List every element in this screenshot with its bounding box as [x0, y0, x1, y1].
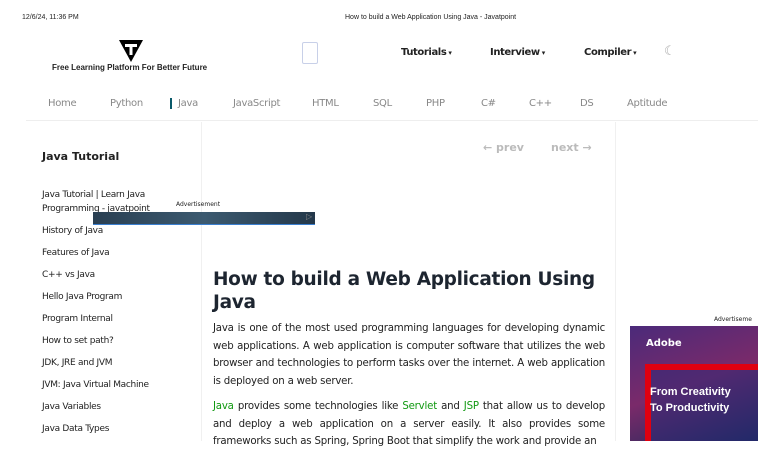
- ad-brand: Adobe: [646, 338, 682, 349]
- javatpoint-logo[interactable]: [119, 40, 143, 62]
- page-title: How to build a Web Application Using Jav…: [213, 269, 595, 313]
- link-java[interactable]: Java: [213, 401, 234, 412]
- sidebar-item[interactable]: Features of Java: [42, 246, 192, 260]
- ad-slogan-line: To Productivity: [650, 402, 730, 414]
- tagline: Free Learning Platform For Better Future: [52, 63, 208, 72]
- sidebar-title: Java Tutorial: [42, 150, 120, 163]
- prev-link[interactable]: ← prev: [483, 141, 524, 154]
- sidebar-item[interactable]: Program Internal: [42, 312, 192, 326]
- ad-slogan-line: From Creativity: [650, 386, 731, 398]
- text: and: [437, 401, 464, 412]
- sidebar-item[interactable]: C++ vs Java: [42, 268, 192, 282]
- paragraph: Java is one of the most used programming…: [213, 323, 605, 387]
- nav-c-[interactable]: C#: [481, 98, 496, 109]
- nav-c-[interactable]: C++: [529, 98, 552, 109]
- advertisement-adobe[interactable]: Adobe From Creativity To Productivity: [630, 326, 758, 441]
- nav-aptitude[interactable]: Aptitude: [627, 98, 668, 109]
- sidebar-item[interactable]: How to set path?: [42, 334, 192, 348]
- ad-choices-icon[interactable]: ▷: [306, 212, 312, 221]
- nav-java[interactable]: Java: [170, 98, 198, 109]
- caret-down-icon: ▾: [448, 49, 452, 57]
- menu-tutorials[interactable]: Tutorials ▾: [401, 47, 452, 58]
- nav-php[interactable]: PHP: [426, 98, 445, 109]
- sidebar-item[interactable]: JVM: Java Virtual Machine: [42, 378, 192, 392]
- nav-sql[interactable]: SQL: [373, 98, 392, 109]
- dark-mode-moon-icon[interactable]: ☾: [664, 44, 676, 59]
- ad-slogan: From Creativity To Productivity: [650, 384, 731, 416]
- sidebar-item[interactable]: History of Java: [42, 224, 192, 238]
- menu-label: Tutorials: [401, 47, 447, 58]
- menu-compiler[interactable]: Compiler ▾: [584, 47, 637, 58]
- caret-down-icon: ▾: [633, 49, 637, 57]
- divider: [26, 120, 758, 121]
- nav-html[interactable]: HTML: [312, 98, 339, 109]
- caret-down-icon: ▾: [541, 49, 546, 57]
- sidebar-item[interactable]: Hello Java Program: [42, 290, 192, 304]
- link-servlet[interactable]: Servlet: [402, 401, 437, 412]
- sidebar-item[interactable]: Java Variables: [42, 400, 192, 414]
- menu-label: Compiler: [584, 47, 632, 58]
- divider: [615, 122, 616, 441]
- sidebar-item[interactable]: JDK, JRE and JVM: [42, 356, 192, 370]
- print-title: How to build a Web Application Using Jav…: [345, 14, 517, 21]
- menu-label: Interview: [490, 47, 540, 58]
- nav-home[interactable]: Home: [48, 98, 77, 109]
- menu-interview[interactable]: Interview ▾: [490, 47, 545, 58]
- sidebar-item[interactable]: Java Data Types: [42, 422, 192, 436]
- nav-ds[interactable]: DS: [580, 98, 594, 109]
- link-jsp[interactable]: JSP: [464, 401, 479, 412]
- print-datetime: 12/6/24, 11:36 PM: [22, 14, 79, 21]
- ad-label: Advertisement: [176, 201, 221, 208]
- next-link[interactable]: next →: [551, 141, 592, 154]
- text: provides some technologies like: [233, 401, 403, 412]
- nav-javascript[interactable]: JavaScript: [233, 98, 280, 109]
- divider: [201, 122, 202, 441]
- ad-label: Advertiseme: [714, 316, 752, 323]
- search-input[interactable]: [302, 42, 318, 64]
- nav-python[interactable]: Python: [110, 98, 143, 109]
- advertisement-banner[interactable]: [93, 212, 315, 225]
- paragraph: Java provides some technologies like Ser…: [213, 398, 605, 451]
